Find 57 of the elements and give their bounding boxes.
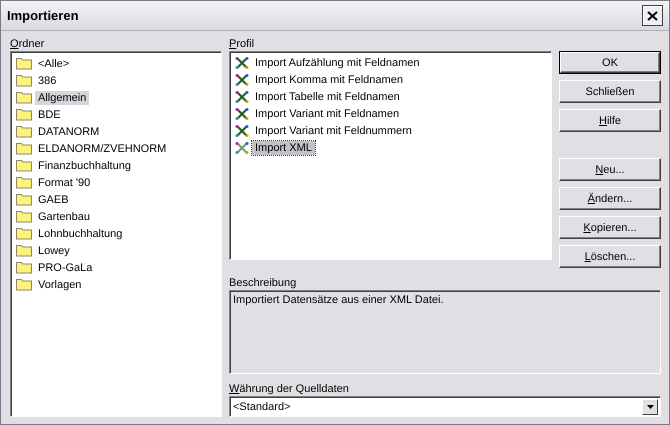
dialog-button[interactable]: Schließen — [559, 80, 661, 103]
crossed-arrows-icon — [235, 142, 249, 154]
profile-item[interactable]: Import Tabelle mit Feldnamen — [252, 90, 403, 104]
dialog-button[interactable]: Kopieren... — [559, 216, 661, 239]
currency-dropdown[interactable]: <Standard> — [229, 396, 661, 417]
folder-icon — [16, 57, 32, 70]
profile-item[interactable]: Import Variant mit Feldnamen — [252, 106, 402, 120]
crossed-arrows-icon — [235, 56, 249, 68]
profile-item[interactable]: Import Komma mit Feldnamen — [252, 72, 406, 86]
currency-label: Währung der Quelldaten — [229, 382, 350, 396]
folder-icon — [16, 193, 32, 206]
folder-item[interactable]: Finanzbuchhaltung — [35, 158, 134, 172]
description-text: Importiert Datensätze aus einer XML Datei. — [229, 290, 661, 374]
folder-item[interactable]: 386 — [35, 74, 60, 88]
dialog-button[interactable]: Ändern... — [559, 187, 661, 210]
dialog-button[interactable]: OK — [559, 51, 661, 74]
folder-icon — [16, 244, 32, 257]
folder-label: Ordner — [10, 37, 46, 51]
folder-item[interactable]: Lohnbuchhaltung — [35, 226, 126, 240]
folder-icon — [16, 74, 32, 87]
close-button[interactable] — [642, 5, 663, 26]
folder-icon — [16, 91, 32, 104]
folder-item[interactable]: GAEB — [35, 192, 72, 206]
dialog-button[interactable]: Neu... — [559, 158, 661, 181]
folder-item[interactable]: PRO-GaLa — [35, 260, 96, 274]
folder-item[interactable]: BDE — [35, 108, 64, 122]
folder-item[interactable]: DATANORM — [35, 124, 102, 138]
crossed-arrows-icon — [235, 74, 249, 86]
folder-item[interactable]: Gartenbau — [35, 210, 93, 224]
window-title: Importieren — [7, 8, 79, 23]
profile-label: Profil — [229, 37, 256, 51]
folder-icon — [16, 176, 32, 189]
crossed-arrows-icon — [235, 90, 249, 102]
folder-icon — [16, 210, 32, 223]
folder-icon — [16, 159, 32, 172]
folder-icon — [16, 125, 32, 138]
folder-icon — [16, 142, 32, 155]
folder-item[interactable]: Format '90 — [35, 176, 94, 190]
profile-item[interactable]: Import Aufzählung mit Feldnamen — [252, 56, 422, 70]
crossed-arrows-icon — [235, 124, 249, 136]
dropdown-arrow-icon — [646, 404, 654, 408]
profile-item[interactable]: Import XML — [252, 140, 315, 154]
folder-icon — [16, 278, 32, 291]
folder-icon — [16, 108, 32, 121]
folder-icon — [16, 227, 32, 240]
crossed-arrows-icon — [235, 108, 249, 120]
folder-item[interactable]: Allgemein — [35, 90, 90, 104]
close-icon — [647, 10, 658, 20]
folder-item[interactable]: ELDANORM/ZVEHNORM — [35, 142, 170, 156]
profile-item[interactable]: Import Variant mit Feldnummern — [252, 124, 415, 138]
folder-item[interactable]: Lowey — [35, 244, 73, 258]
description-label: Beschreibung — [229, 276, 298, 290]
dialog-button[interactable]: Löschen... — [559, 245, 661, 268]
folder-item[interactable]: Vorlagen — [35, 278, 84, 292]
folder-icon — [16, 261, 32, 274]
folder-item[interactable]: <Alle> — [35, 56, 72, 70]
dialog-button[interactable]: Hilfe — [559, 109, 661, 132]
